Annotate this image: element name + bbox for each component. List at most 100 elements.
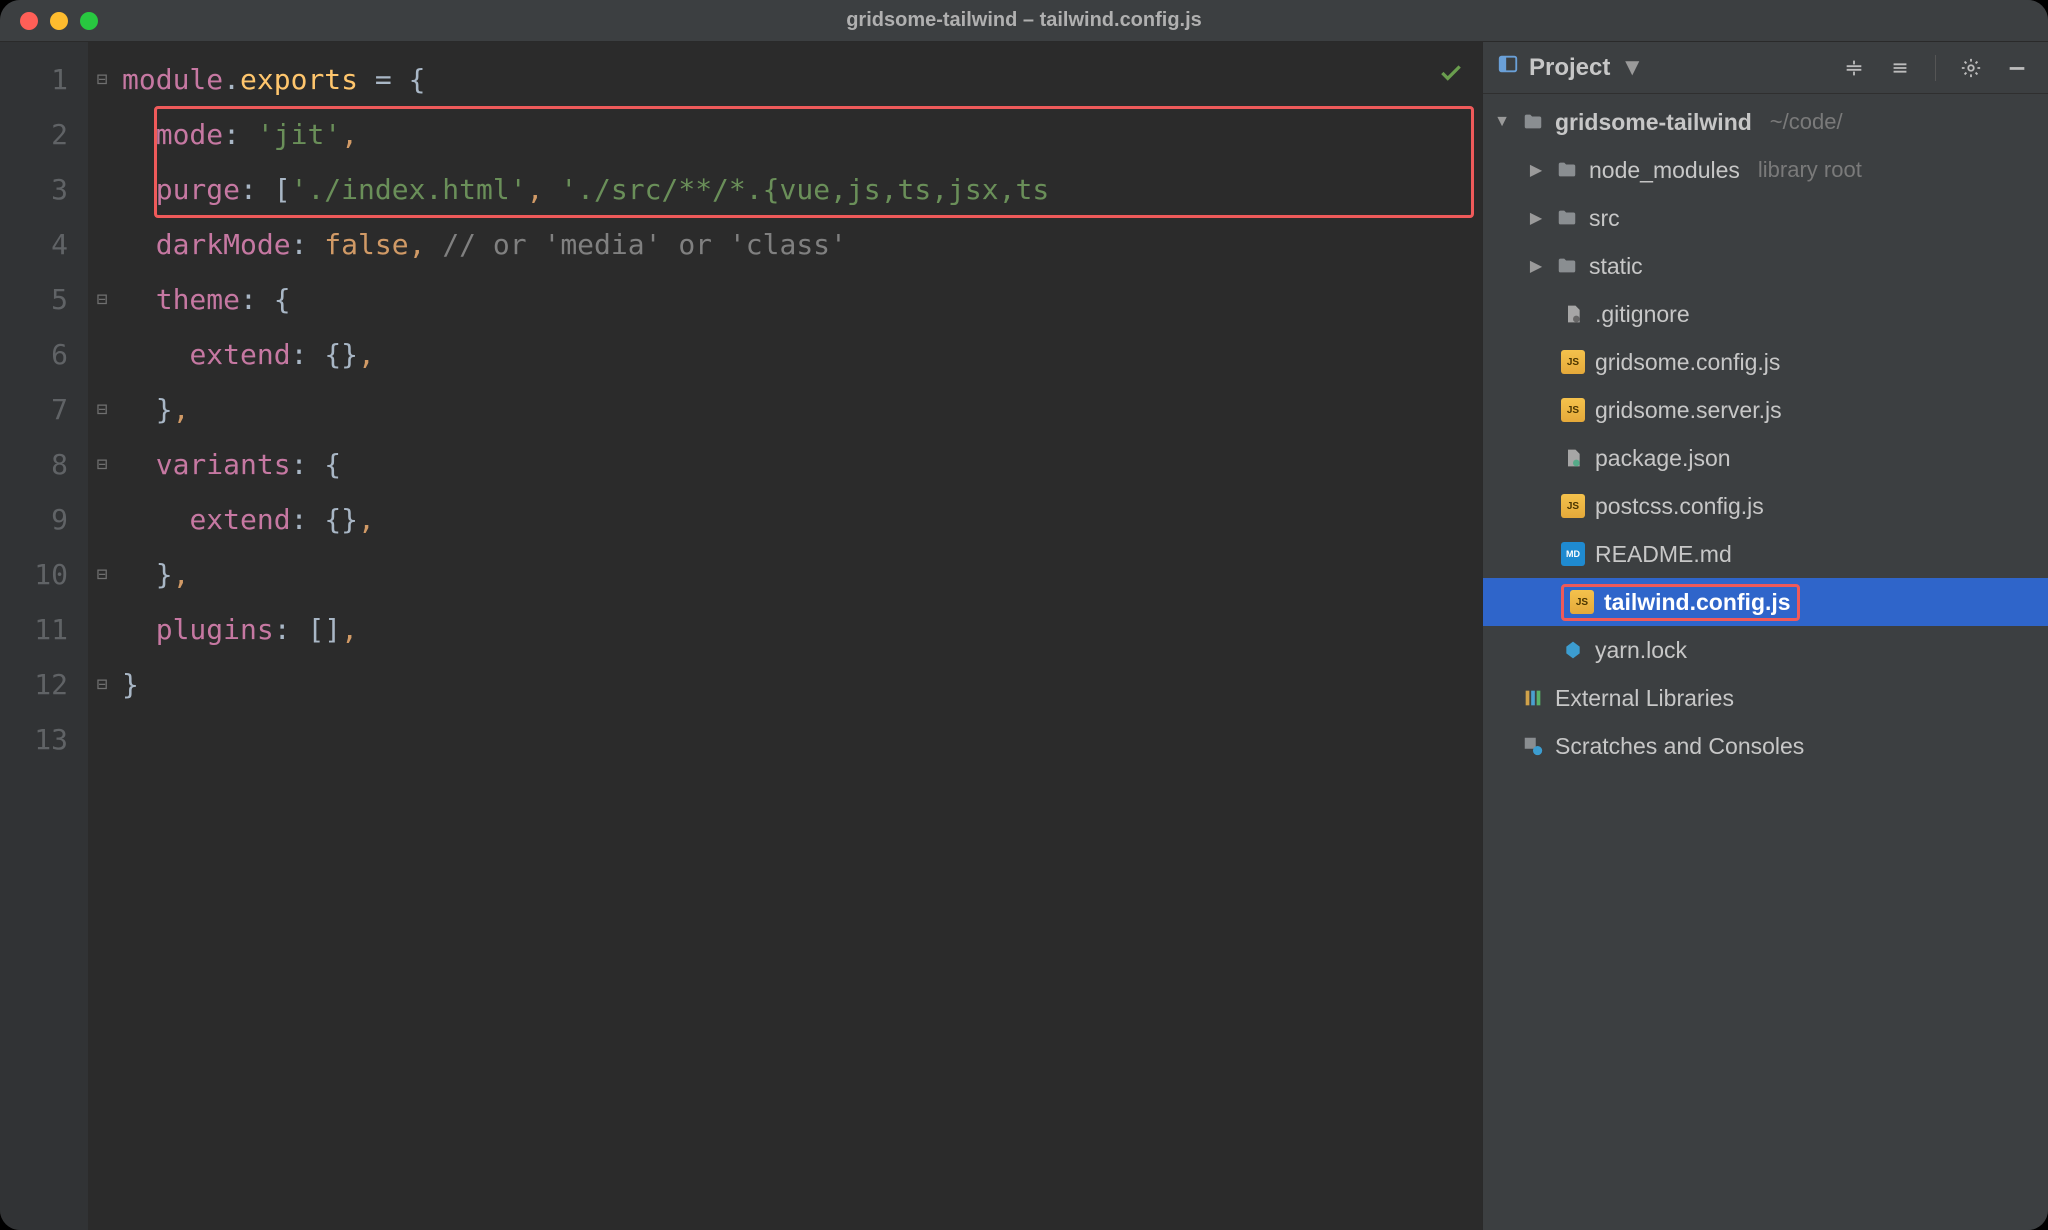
hide-panel-icon[interactable]: [2000, 51, 2034, 85]
code-line: },: [116, 547, 1482, 602]
project-view-selector[interactable]: Project ▼: [1497, 53, 1644, 82]
fold-gutter: ⊟ ⊟ ⊟ ⊟ ⊟ ⊟: [88, 42, 116, 1230]
tree-file[interactable]: gridsome.config.js: [1483, 338, 2048, 386]
fold-toggle-icon[interactable]: ⊟: [88, 272, 116, 327]
md-file-icon: [1561, 542, 1585, 566]
fold-toggle-icon[interactable]: ⊟: [88, 437, 116, 492]
line-number: 2: [0, 107, 88, 162]
main-area: 1 2 3 4 5 6 7 8 9 10 11 12 13 ⊟ ⊟ ⊟: [0, 42, 2048, 1230]
tree-folder[interactable]: ▶ node_modules library root: [1483, 146, 2048, 194]
fold-close-icon[interactable]: ⊟: [88, 382, 116, 437]
library-icon: [1521, 686, 1545, 710]
window-title: gridsome-tailwind – tailwind.config.js: [0, 9, 2048, 32]
code-line: theme: {: [116, 272, 1482, 327]
tree-item-label: node_modules: [1589, 157, 1740, 184]
js-file-icon: [1570, 590, 1594, 614]
line-number: 6: [0, 327, 88, 382]
code-line: variants: {: [116, 437, 1482, 492]
chevron-right-icon[interactable]: ▶: [1527, 160, 1545, 180]
tree-folder[interactable]: ▶ static: [1483, 242, 2048, 290]
chevron-right-icon[interactable]: ▶: [1527, 208, 1545, 228]
tree-file[interactable]: .gitignore: [1483, 290, 2048, 338]
settings-gear-icon[interactable]: [1954, 51, 1988, 85]
line-number: 9: [0, 492, 88, 547]
tree-file[interactable]: README.md: [1483, 530, 2048, 578]
js-file-icon: [1561, 398, 1585, 422]
code-line: plugins: [],: [116, 602, 1482, 657]
tree-item-note: library root: [1758, 157, 1862, 183]
line-number: 12: [0, 657, 88, 712]
project-tree[interactable]: ▼ gridsome-tailwind ~/code/ ▶ node_modul…: [1483, 94, 2048, 1230]
fold-close-icon[interactable]: ⊟: [88, 547, 116, 602]
line-number: 13: [0, 712, 88, 767]
tree-root-label: gridsome-tailwind: [1555, 109, 1752, 136]
chevron-down-icon: ▼: [1620, 54, 1644, 82]
project-toolbar: Project ▼: [1483, 42, 2048, 94]
line-number: 1: [0, 52, 88, 107]
tree-item-label: static: [1589, 253, 1643, 280]
fold-close-icon[interactable]: ⊟: [88, 657, 116, 712]
inspection-ok-icon[interactable]: [1438, 60, 1464, 93]
chevron-down-icon[interactable]: ▼: [1493, 113, 1511, 131]
tree-external-libraries[interactable]: External Libraries: [1483, 674, 2048, 722]
code-line: extend: {},: [116, 492, 1482, 547]
project-sidebar: Project ▼: [1482, 42, 2048, 1230]
file-icon: [1561, 446, 1585, 470]
tree-file[interactable]: postcss.config.js: [1483, 482, 2048, 530]
tree-item-label: External Libraries: [1555, 685, 1734, 712]
chevron-right-icon[interactable]: ▶: [1527, 256, 1545, 276]
folder-icon: [1555, 206, 1579, 230]
titlebar: gridsome-tailwind – tailwind.config.js: [0, 0, 2048, 42]
tree-file[interactable]: gridsome.server.js: [1483, 386, 2048, 434]
tree-item-label: src: [1589, 205, 1620, 232]
scroll-from-source-icon[interactable]: [1837, 51, 1871, 85]
window-controls: [0, 12, 98, 30]
tree-item-label: gridsome.config.js: [1595, 349, 1780, 376]
project-icon: [1497, 53, 1519, 82]
line-number: 3: [0, 162, 88, 217]
tree-item-label: .gitignore: [1595, 301, 1690, 328]
line-number: 7: [0, 382, 88, 437]
tree-folder[interactable]: ▶ src: [1483, 194, 2048, 242]
tree-root[interactable]: ▼ gridsome-tailwind ~/code/: [1483, 98, 2048, 146]
folder-icon: [1521, 110, 1545, 134]
code-line: extend: {},: [116, 327, 1482, 382]
folder-icon: [1555, 254, 1579, 278]
separator: [1935, 55, 1936, 81]
collapse-all-icon[interactable]: [1883, 51, 1917, 85]
code-line: module.exports = {: [116, 52, 1482, 107]
code-line: [116, 712, 1482, 767]
tree-item-label: tailwind.config.js: [1604, 589, 1791, 616]
scratch-icon: [1521, 734, 1545, 758]
tree-root-path: ~/code/: [1770, 109, 1843, 135]
tree-file[interactable]: package.json: [1483, 434, 2048, 482]
tree-file-selected[interactable]: tailwind.config.js: [1483, 578, 2048, 626]
code-line: purge: ['./index.html', './src/**/*.{vue…: [116, 162, 1482, 217]
tree-item-label: Scratches and Consoles: [1555, 733, 1804, 760]
code-line: mode: 'jit',: [116, 107, 1482, 162]
fold-toggle-icon[interactable]: ⊟: [88, 52, 116, 107]
zoom-window-button[interactable]: [80, 12, 98, 30]
line-number: 11: [0, 602, 88, 657]
code-area[interactable]: module.exports = { mode: 'jit', purge: […: [116, 42, 1482, 1230]
file-icon: [1561, 302, 1585, 326]
lock-file-icon: [1561, 638, 1585, 662]
line-number: 4: [0, 217, 88, 272]
js-file-icon: [1561, 494, 1585, 518]
tree-item-label: README.md: [1595, 541, 1732, 568]
tree-item-label: gridsome.server.js: [1595, 397, 1782, 424]
js-file-icon: [1561, 350, 1585, 374]
line-number-gutter: 1 2 3 4 5 6 7 8 9 10 11 12 13: [0, 42, 88, 1230]
line-number: 10: [0, 547, 88, 602]
code-line: },: [116, 382, 1482, 437]
tree-file[interactable]: yarn.lock: [1483, 626, 2048, 674]
close-window-button[interactable]: [20, 12, 38, 30]
code-line: darkMode: false, // or 'media' or 'class…: [116, 217, 1482, 272]
minimize-window-button[interactable]: [50, 12, 68, 30]
tree-item-label: postcss.config.js: [1595, 493, 1764, 520]
editor-pane[interactable]: 1 2 3 4 5 6 7 8 9 10 11 12 13 ⊟ ⊟ ⊟: [0, 42, 1482, 1230]
ide-window: gridsome-tailwind – tailwind.config.js 1…: [0, 0, 2048, 1230]
tree-item-label: package.json: [1595, 445, 1731, 472]
annotation-box-tree: tailwind.config.js: [1561, 584, 1800, 621]
tree-scratches[interactable]: Scratches and Consoles: [1483, 722, 2048, 770]
